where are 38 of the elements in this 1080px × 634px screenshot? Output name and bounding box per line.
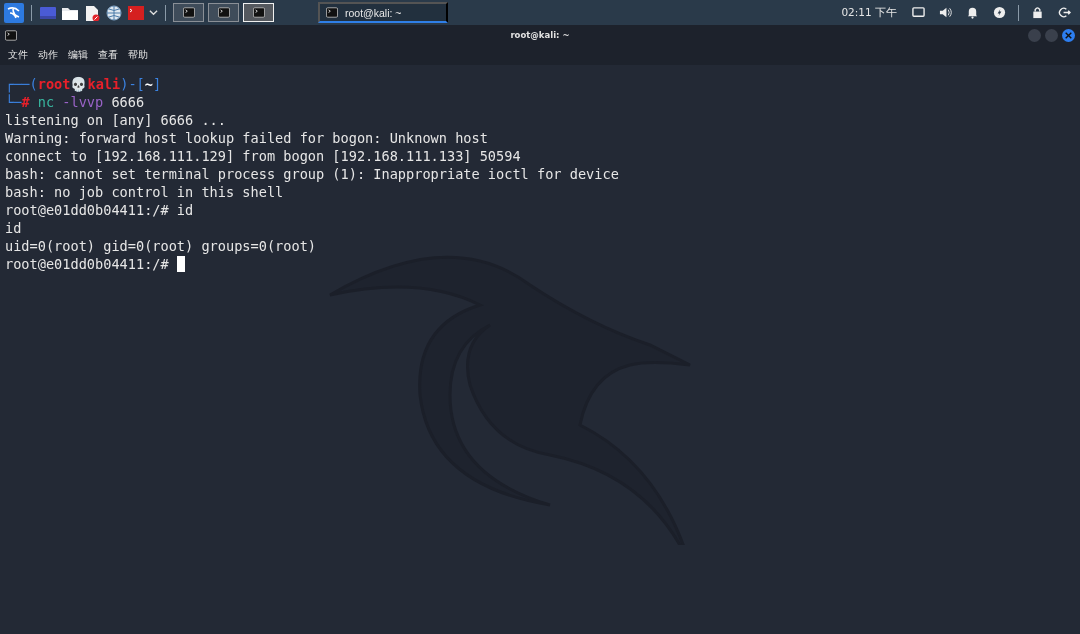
workspace-button[interactable]	[173, 3, 204, 22]
terminal-line: connect to [192.168.111.129] from bogon [192.168.111.133] 50594	[5, 147, 521, 165]
terminal-line: ┌──(root💀kali)-[~]	[5, 75, 162, 93]
terminal-icon	[252, 7, 265, 18]
terminal-line: root@e01dd0b04411:/# id	[5, 201, 194, 219]
terminal-icon	[326, 7, 338, 18]
document-icon[interactable]	[83, 4, 101, 21]
clock[interactable]: 02:11 下午	[841, 5, 897, 20]
chevron-down-icon[interactable]	[149, 8, 158, 17]
close-button[interactable]	[1062, 28, 1075, 42]
workspace-button[interactable]	[208, 3, 239, 22]
terminal-line: id	[5, 219, 22, 237]
menu-item[interactable]: 动作	[34, 47, 62, 63]
terminal-line: root@e01dd0b04411:/#	[5, 255, 170, 273]
menu-item[interactable]: 帮助	[124, 47, 152, 63]
terminal-line: bash: cannot set terminal process group (1): Inappropriate ioctl for device	[5, 165, 619, 183]
bell-icon[interactable]	[966, 6, 979, 19]
window-title: root@kali: ~	[510, 30, 570, 40]
terminal-line: bash: no job control in this shell	[5, 183, 284, 201]
globe-icon[interactable]	[105, 4, 123, 21]
menu-item[interactable]: 编辑	[64, 47, 92, 63]
menu-item[interactable]: 文件	[4, 47, 32, 63]
dragon-logo-icon[interactable]	[4, 2, 24, 23]
terminal-line: uid=0(root) gid=0(root) groups=0(root)	[5, 237, 316, 255]
task-button[interactable]: root@kali: ~	[318, 2, 448, 23]
terminal-line: listening on [any] 6666 ...	[5, 111, 226, 129]
terminal-icon	[5, 29, 17, 41]
volume-icon[interactable]	[939, 6, 952, 19]
lock-icon[interactable]	[1031, 6, 1044, 19]
terminal-line: └─# nc -lvvp 6666	[5, 93, 145, 111]
power-bolt-icon[interactable]	[993, 6, 1006, 19]
terminal-icon	[182, 7, 195, 18]
logout-icon[interactable]	[1058, 6, 1071, 19]
monitor-icon[interactable]	[912, 6, 925, 19]
menu-item[interactable]: 查看	[94, 47, 122, 63]
terminal-line: Warning: forward host lookup failed for bogon: Unknown host	[5, 129, 488, 147]
close-icon	[1065, 31, 1072, 39]
terminal-icon	[217, 7, 230, 18]
